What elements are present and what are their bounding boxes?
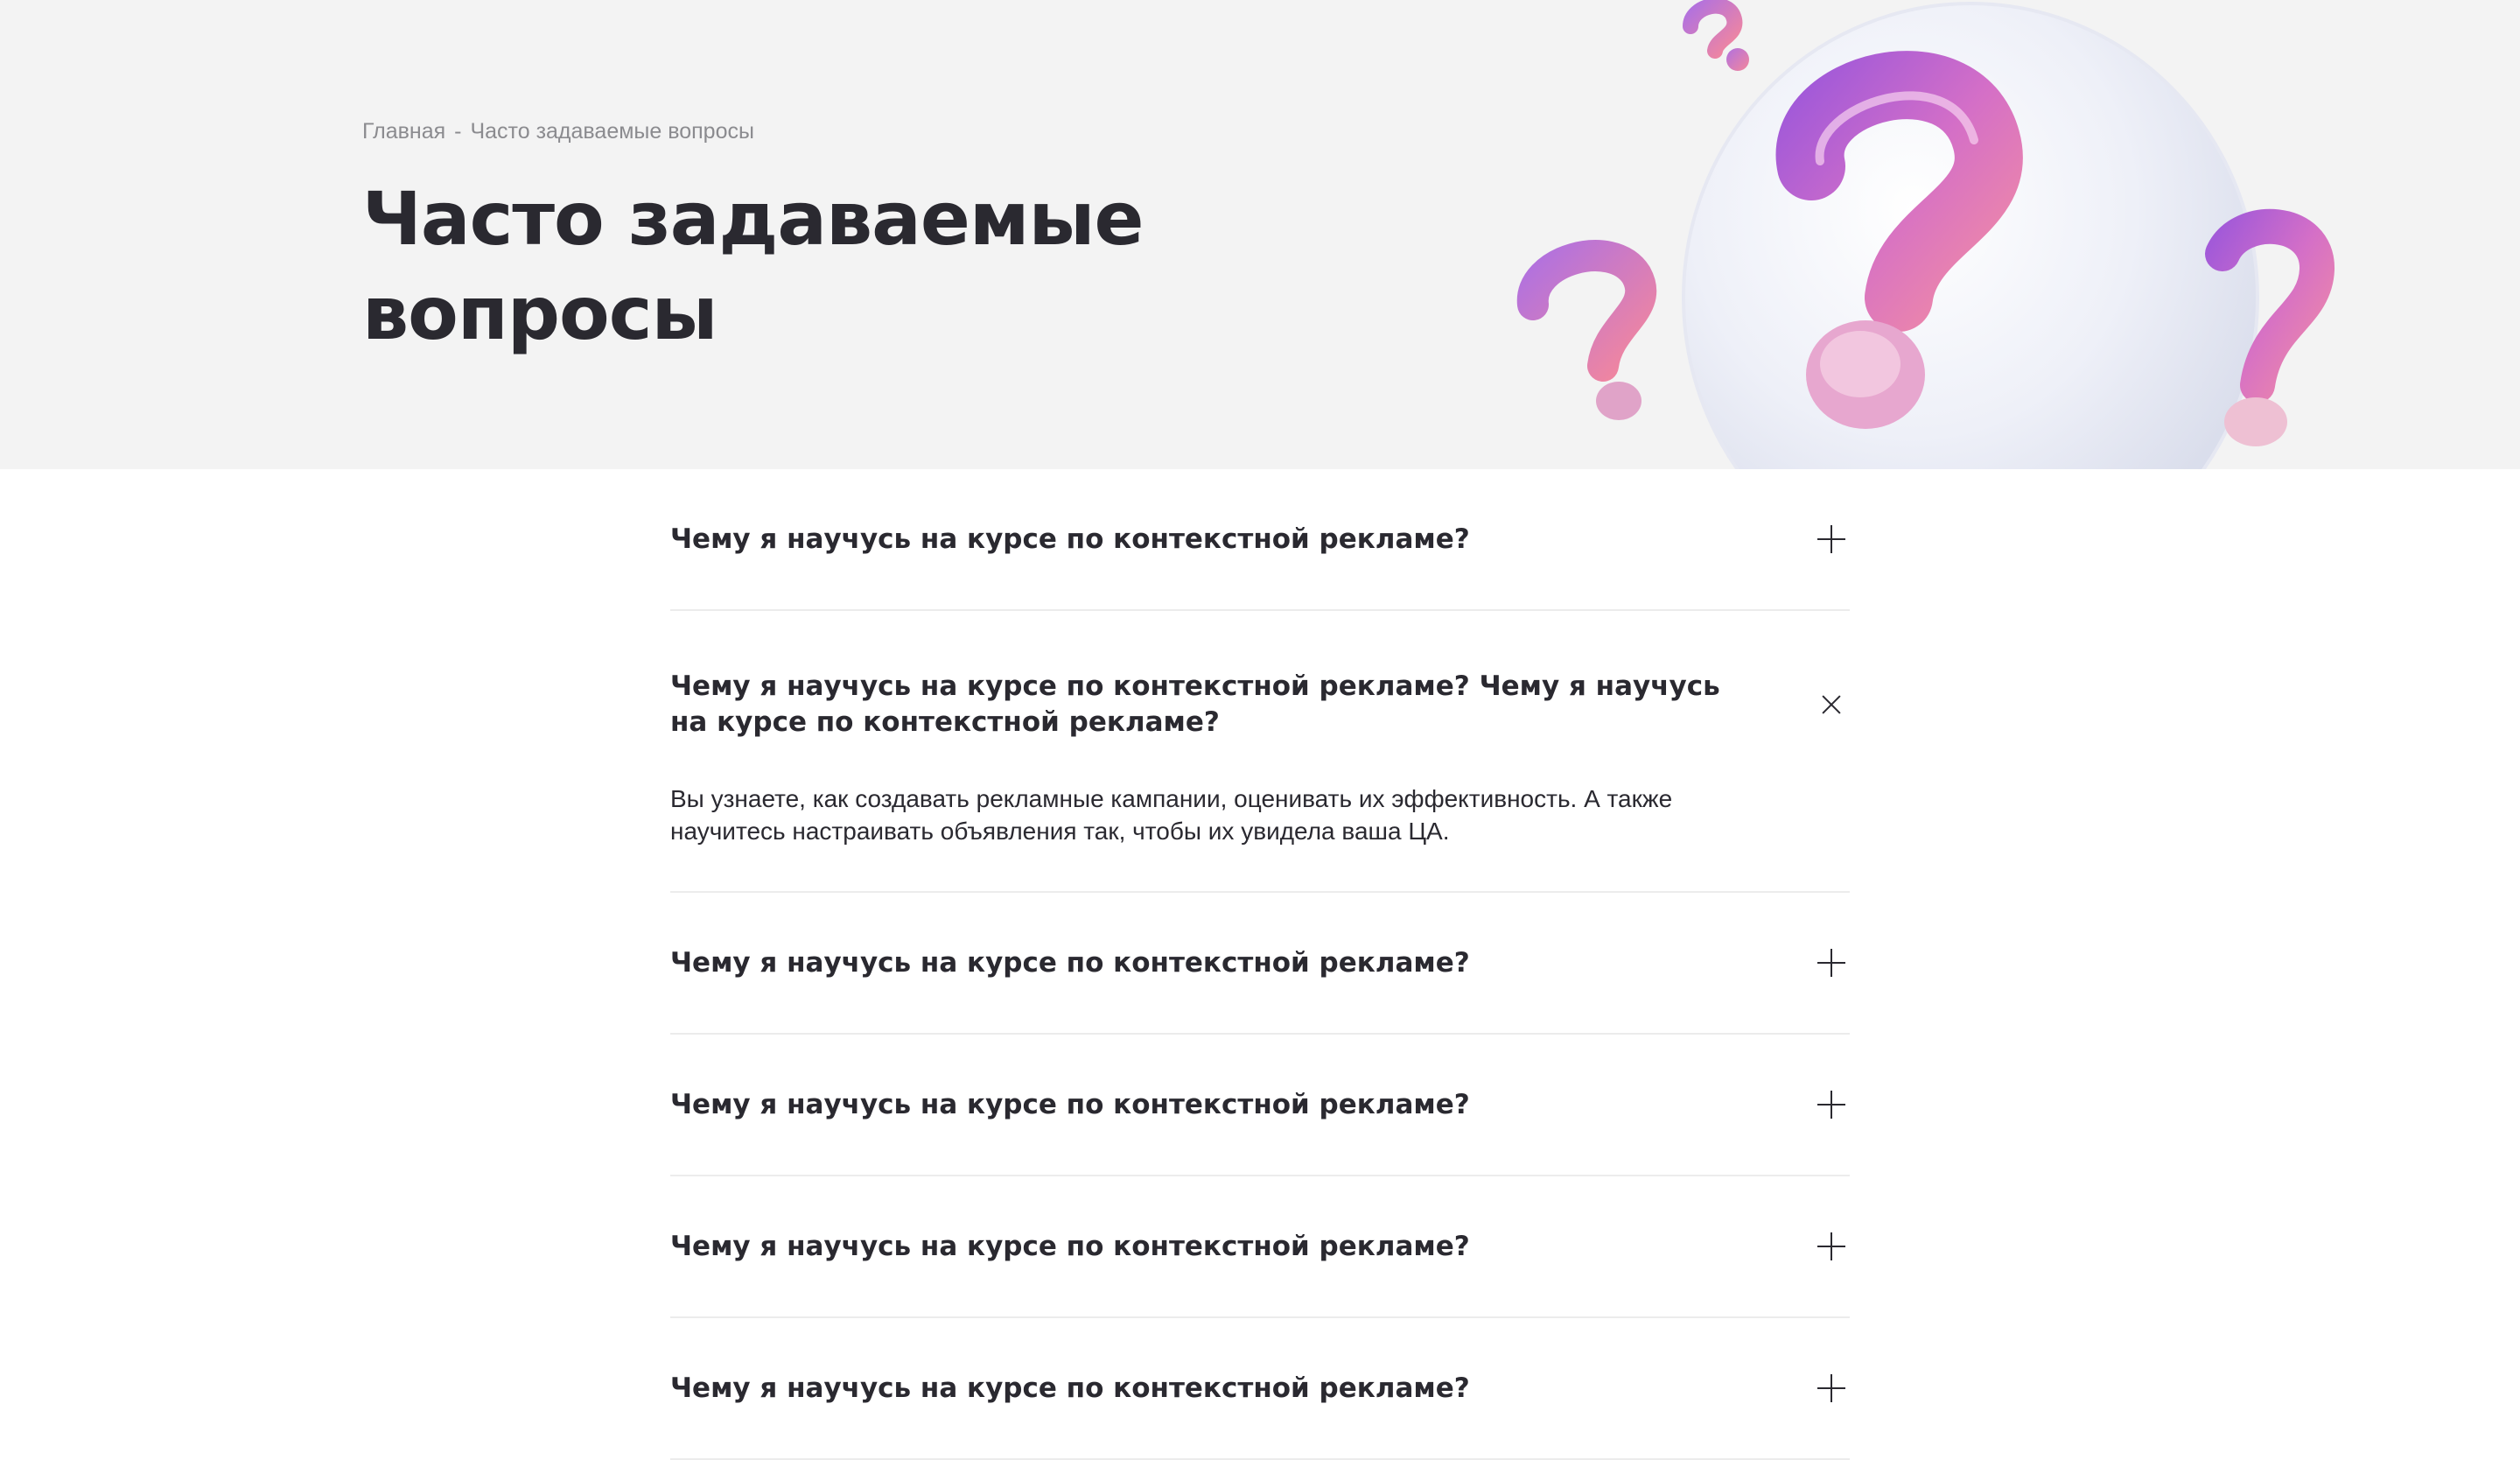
faq-question-row[interactable]: Чему я научусь на курсе по контекстной р…: [670, 893, 1850, 1033]
page-title-line-2: вопросы: [362, 270, 718, 356]
faq-item[interactable]: Чему я научусь на курсе по контекстной р…: [670, 893, 1850, 1035]
breadcrumb-home-link[interactable]: Главная: [362, 119, 445, 144]
faq-item[interactable]: Чему я научусь на курсе по контекстной р…: [670, 1035, 1850, 1176]
page-title-line-1: Часто задаваемые: [362, 176, 1144, 262]
plus-icon[interactable]: [1816, 1090, 1846, 1120]
plus-icon[interactable]: [1816, 1232, 1846, 1261]
plus-icon[interactable]: [1816, 948, 1846, 978]
small-question-mark-top: [1683, 0, 1749, 71]
faq-question-text: Чему я научусь на курсе по контекстной р…: [670, 946, 1470, 979]
faq-question-text: Чему я научусь на курсе по контекстной р…: [670, 1372, 1470, 1404]
plus-icon[interactable]: [1816, 1373, 1846, 1403]
faq-question-text: Чему я научусь на курсе по контекстной р…: [670, 1230, 1470, 1262]
question-marks-illustration: [1516, 0, 2334, 469]
faq-question-row[interactable]: Чему я научусь на курсе по контекстной р…: [670, 1176, 1850, 1316]
faq-question-row[interactable]: Чему я научусь на курсе по контекстной р…: [670, 469, 1850, 609]
plus-icon[interactable]: [1816, 524, 1846, 554]
faq-answer-text: Вы узнаете, как создавать рекламные камп…: [670, 785, 1673, 845]
breadcrumb-separator: -: [454, 119, 462, 144]
left-question-mark: [1516, 240, 1657, 420]
faq-item[interactable]: Чему я научусь на курсе по контекстной р…: [670, 469, 1850, 611]
faq-question-text: Чему я научусь на курсе по контекстной р…: [670, 670, 1720, 738]
faq-question-row[interactable]: Чему я научусь на курсе по контекстной р…: [670, 1035, 1850, 1175]
faq-question-text: Чему я научусь на курсе по контекстной р…: [670, 1088, 1470, 1120]
faq-item[interactable]: Чему я научусь на курсе по контекстной р…: [670, 611, 1850, 893]
faq-question-row[interactable]: Чему я научусь на курсе по контекстной р…: [670, 1318, 1850, 1458]
faq-question-text: Чему я научусь на курсе по контекстной р…: [670, 523, 1470, 555]
hero-section: Главная - Часто задаваемые вопросы Часто з…: [0, 0, 2520, 469]
page-title: Часто задаваемые вопросы: [362, 172, 1325, 361]
faq-list: Чему я научусь на курсе по контекстной р…: [670, 469, 1850, 1460]
breadcrumb-current: Часто задаваемые вопросы: [470, 119, 754, 144]
faq-question-row[interactable]: Чему я научусь на курсе по контекстной р…: [670, 611, 1850, 741]
breadcrumb: Главная - Часто задаваемые вопросы: [362, 119, 754, 144]
close-icon[interactable]: [1816, 690, 1846, 719]
faq-item[interactable]: Чему я научусь на курсе по контекстной р…: [670, 1176, 1850, 1318]
faq-item[interactable]: Чему я научусь на курсе по контекстной р…: [670, 1318, 1850, 1460]
